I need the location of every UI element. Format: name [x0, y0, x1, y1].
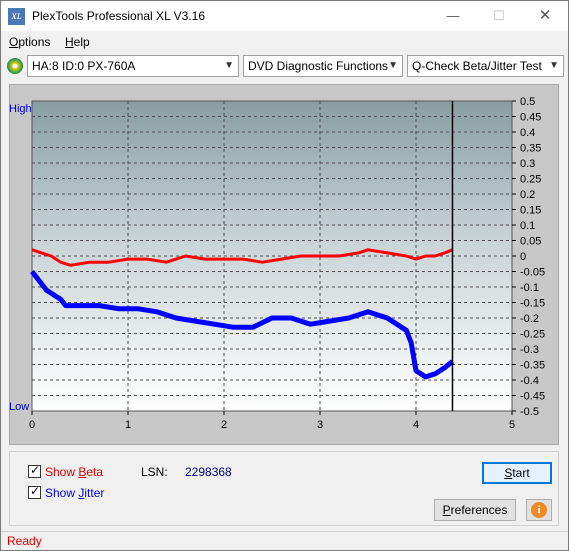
test-select-value: Q-Check Beta/Jitter Test — [412, 59, 542, 73]
minimize-button[interactable]: — — [430, 1, 476, 31]
show-beta-rest: eta — [86, 465, 104, 479]
lsn-value: 2298368 — [185, 465, 232, 479]
info-icon: i — [531, 502, 547, 518]
start-button[interactable]: Start — [482, 462, 552, 484]
toolbar: HA:8 ID:0 PX-760A ▼ DVD Diagnostic Funct… — [1, 53, 568, 79]
x-tick-label: 2 — [221, 419, 227, 431]
status-text: Ready — [7, 534, 42, 548]
y-tick-label: 0.5 — [520, 96, 535, 108]
checkmark-icon: ✓ — [30, 463, 41, 477]
preferences-label: references — [450, 503, 508, 517]
y-tick-label: -0.25 — [520, 329, 545, 341]
show-beta-prefix: Show — [45, 465, 79, 479]
chevron-down-icon: ▼ — [224, 60, 234, 71]
drive-select[interactable]: HA:8 ID:0 PX-760A ▼ — [27, 55, 239, 77]
y-tick-label: 0.1 — [520, 220, 535, 232]
app-window: XL PlexTools Professional XL V3.16 — ☐ ✕… — [0, 0, 569, 551]
window-title: PlexTools Professional XL V3.16 — [32, 9, 205, 23]
menu-options-accel: O — [9, 35, 19, 49]
checkmark-icon: ✓ — [30, 484, 41, 498]
show-beta-label[interactable]: Show Beta — [45, 465, 103, 479]
y-tick-label: 0.25 — [520, 174, 541, 186]
show-beta-checkbox[interactable]: ✓ — [28, 463, 41, 478]
show-jitter-checkbox[interactable]: ✓ — [28, 484, 41, 499]
show-jitter-prefix: Show — [45, 486, 79, 500]
preferences-accel: P — [442, 503, 451, 517]
status-bar: Ready — [1, 531, 568, 550]
plextools-logo-icon: XL — [8, 8, 25, 25]
menu-options[interactable]: Options — [9, 35, 50, 49]
y-tick-label: 0.15 — [520, 205, 541, 217]
y-tick-label: 0 — [520, 251, 526, 263]
preferences-button[interactable]: Preferences — [434, 499, 516, 521]
y-tick-label: -0.4 — [520, 375, 539, 387]
function-select[interactable]: DVD Diagnostic Functions ▼ — [243, 55, 403, 77]
x-tick-label: 4 — [413, 419, 419, 431]
y-tick-label: 0.4 — [520, 127, 535, 139]
show-jitter-label[interactable]: Show Jitter — [45, 486, 104, 500]
drive-select-value: HA:8 ID:0 PX-760A — [32, 59, 136, 73]
options-panel: ✓ Show Beta ✓ Show Jitter LSN: 2298368 S… — [9, 451, 559, 526]
beta-jitter-chart: 0.5 0.45 0.4 0.35 0.3 0.25 0.2 0.15 0.1 0.05 0 -0.0… — [29, 96, 545, 431]
y-tick-label: -0.35 — [520, 360, 545, 372]
info-button[interactable]: i — [526, 499, 552, 521]
y-tick-label: 0.45 — [520, 112, 541, 124]
chevron-down-icon: ▼ — [549, 60, 559, 71]
y-tick-label: 0.3 — [520, 158, 535, 170]
x-tick-label: 0 — [29, 419, 35, 431]
show-jitter-rest: itter — [84, 486, 105, 500]
maximize-button[interactable]: ☐ — [476, 1, 522, 31]
function-select-value: DVD Diagnostic Functions — [248, 59, 389, 73]
title-bar[interactable]: XL PlexTools Professional XL V3.16 — ☐ ✕ — [1, 1, 568, 31]
y-tick-label: 0.05 — [520, 236, 541, 248]
test-select[interactable]: Q-Check Beta/Jitter Test ▼ — [407, 55, 564, 77]
close-button[interactable]: ✕ — [522, 1, 568, 31]
lsn-label: LSN: — [141, 465, 168, 479]
y-tick-label: 0.35 — [520, 143, 541, 155]
menu-help-accel: H — [65, 35, 74, 49]
x-tick-label: 5 — [509, 419, 515, 431]
menu-bar: Options Help — [1, 31, 568, 53]
y-tick-label: -0.05 — [520, 267, 545, 279]
menu-help-label: elp — [73, 35, 90, 49]
y-tick-label: -0.5 — [520, 406, 539, 418]
chevron-down-icon: ▼ — [388, 60, 398, 71]
start-label: tart — [512, 466, 530, 480]
y-tick-label: -0.3 — [520, 344, 539, 356]
y-tick-label: -0.2 — [520, 313, 539, 325]
y-tick-label: 0.2 — [520, 189, 535, 201]
menu-help[interactable]: Help — [65, 35, 90, 49]
y-tick-label: -0.1 — [520, 282, 539, 294]
y-tick-label: -0.15 — [520, 298, 545, 310]
x-tick-label: 3 — [317, 419, 323, 431]
disc-drive-icon — [7, 58, 23, 74]
menu-options-label: ptions — [18, 35, 51, 49]
x-tick-label: 1 — [125, 419, 131, 431]
y-tick-label: -0.45 — [520, 391, 545, 403]
